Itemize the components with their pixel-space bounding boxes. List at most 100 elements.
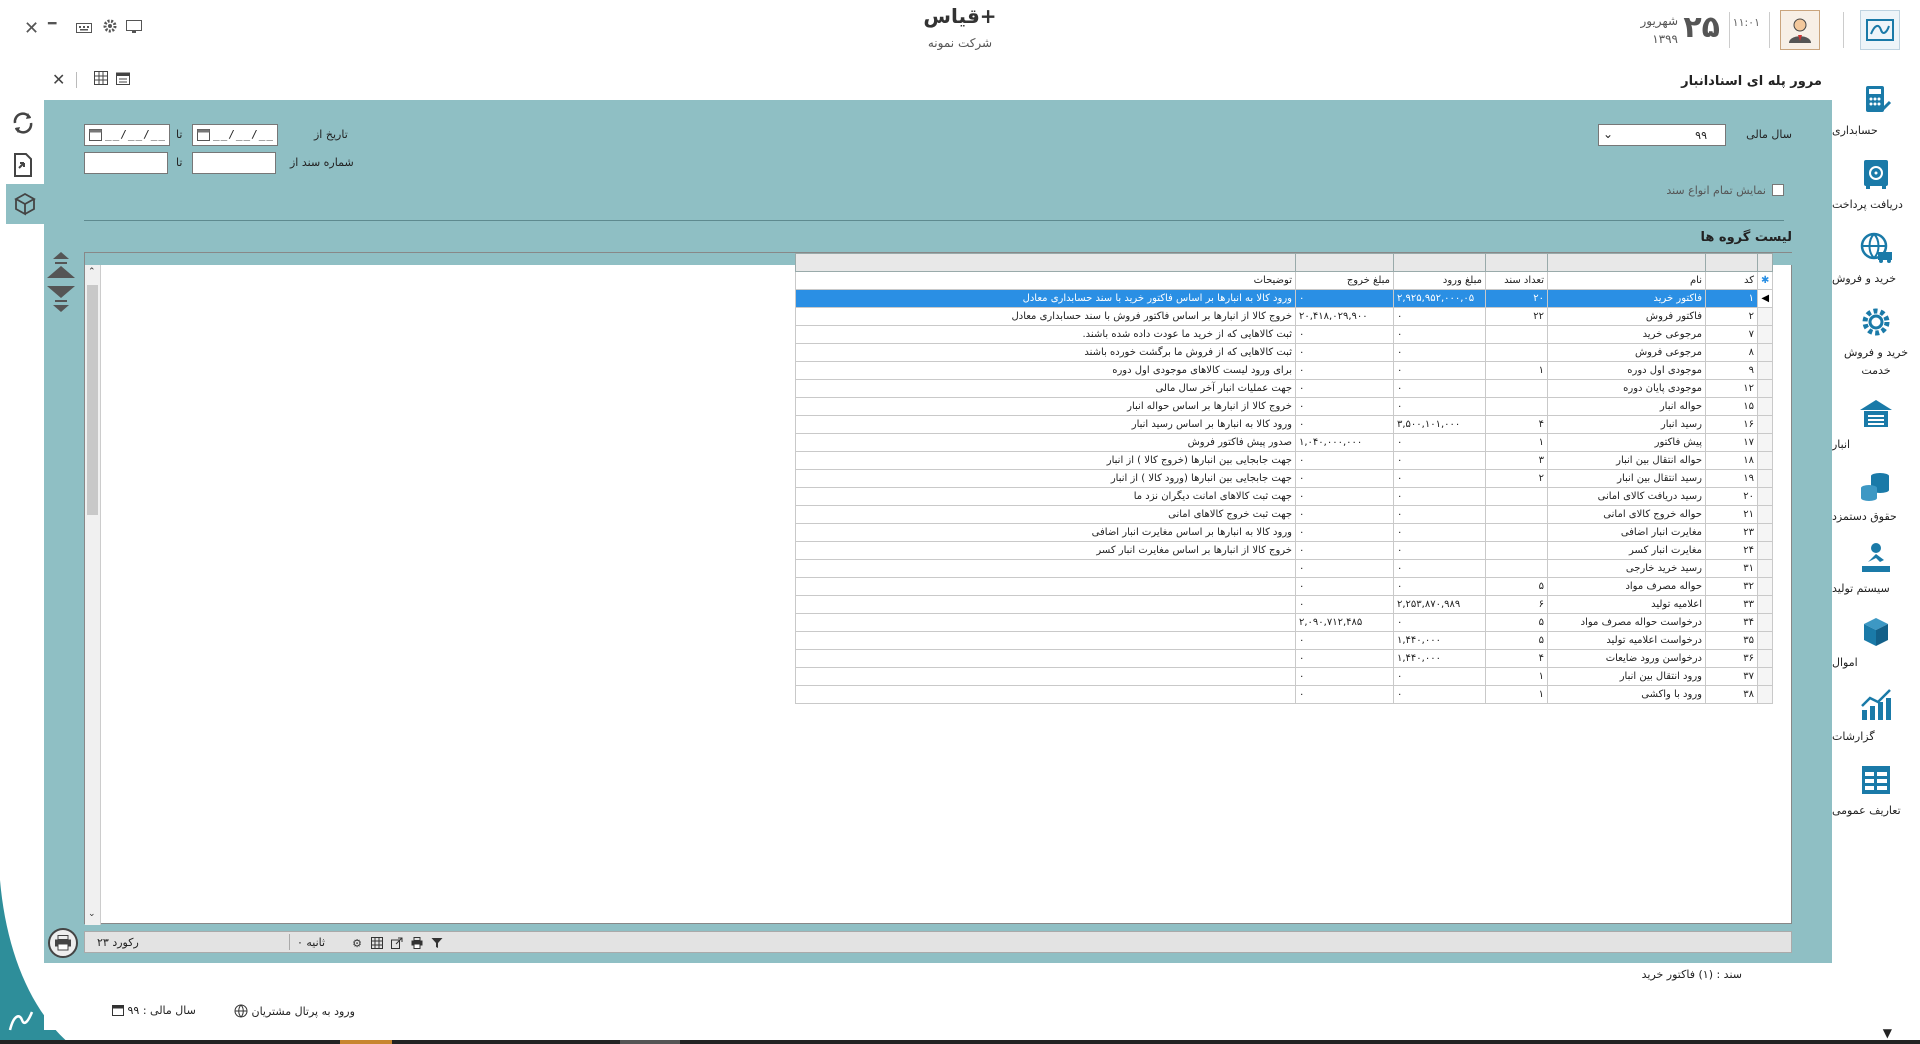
row-indicator[interactable]: [1756, 559, 1774, 578]
cell-name[interactable]: ورود انتقال بین انبار: [1547, 667, 1706, 686]
cell-doc-count[interactable]: ۱: [1485, 667, 1548, 686]
scroll-up-icon[interactable]: ⌃: [88, 267, 96, 277]
table-row[interactable]: ۳۶ درخواسن ورود ضایعات ۴ ۱,۴۴۰,۰۰۰ ۰: [795, 649, 1774, 668]
cell-description[interactable]: جهت جابجایی بین انبارها (خروج کالا ) از …: [795, 451, 1296, 470]
print-icon[interactable]: [409, 935, 425, 951]
cell-description[interactable]: [795, 577, 1296, 596]
cell-name[interactable]: مرجوعی خرید: [1547, 325, 1706, 344]
cell-description[interactable]: جهت ثبت خروج کالاهای امانی: [795, 505, 1296, 524]
doc-no-from-input[interactable]: [192, 152, 276, 174]
cell-description[interactable]: ورود کالا به انبارها بر اساس فاکتور خرید…: [795, 289, 1296, 308]
cell-doc-count[interactable]: ۳: [1485, 451, 1548, 470]
row-indicator[interactable]: [1756, 415, 1774, 434]
cell-name[interactable]: رسید خرید خارجی: [1547, 559, 1706, 578]
cell-amount-out[interactable]: ۰: [1295, 649, 1394, 668]
sidebar-item-production[interactable]: سیستم تولید: [1832, 538, 1920, 595]
sidebar-item-service-sales[interactable]: خرید و فروش خدمت: [1832, 302, 1920, 377]
row-indicator[interactable]: [1756, 613, 1774, 632]
fiscal-year-select[interactable]: ۹۹ ⌄: [1598, 124, 1726, 146]
cell-description[interactable]: [795, 667, 1296, 686]
printer-icon[interactable]: [48, 928, 78, 958]
cell-code[interactable]: ۱: [1705, 289, 1758, 308]
sidebar-item-payments[interactable]: دریافت پرداخت: [1832, 154, 1920, 211]
cell-amount-out[interactable]: ۰: [1295, 595, 1394, 614]
cell-name[interactable]: رسید دریافت کالای امانی: [1547, 487, 1706, 506]
cell-amount-in[interactable]: ۰: [1393, 487, 1486, 506]
table-row[interactable]: ۲۴ مغایرت انبار کسر ۰ ۰ خروج کالا از انبارها…: [795, 541, 1774, 560]
cell-name[interactable]: درخواست اعلامیه تولید: [1547, 631, 1706, 650]
table-row[interactable]: ۳۳ اعلامیه تولید ۶ ۲,۲۵۳,۸۷۰,۹۸۹ ۰: [795, 595, 1774, 614]
column-header-description[interactable]: توضیحات: [795, 271, 1296, 290]
cell-code[interactable]: ۸: [1705, 343, 1758, 362]
cell-code[interactable]: ۳۴: [1705, 613, 1758, 632]
cell-amount-in[interactable]: ۰: [1393, 451, 1486, 470]
cell-name[interactable]: فاکتور خرید: [1547, 289, 1706, 308]
cell-amount-out[interactable]: ۰: [1295, 397, 1394, 416]
cell-code[interactable]: ۳۲: [1705, 577, 1758, 596]
cell-code[interactable]: ۷: [1705, 325, 1758, 344]
cell-code[interactable]: ۲۴: [1705, 541, 1758, 560]
cell-doc-count[interactable]: ۵: [1485, 631, 1548, 650]
grid-view-icon[interactable]: [94, 70, 108, 89]
sidebar-item-sales[interactable]: خرید و فروش: [1832, 228, 1920, 285]
table-row[interactable]: ۱۷ پیش فاکتور ۱ ۰ ۱,۰۴۰,۰۰۰,۰۰۰ صدور پیش فاکت…: [795, 433, 1774, 452]
cell-amount-out[interactable]: ۰: [1295, 541, 1394, 560]
doc-no-to-input[interactable]: [84, 152, 168, 174]
sidebar-item-general-settings[interactable]: تعاریف عمومی: [1832, 760, 1920, 817]
cell-code[interactable]: ۳۸: [1705, 685, 1758, 704]
table-row[interactable]: ۲ فاکتور فروش ۲۲ ۰ ۲۰,۴۱۸,۰۲۹,۹۰۰ خروج کالا ا…: [795, 307, 1774, 326]
cell-amount-out[interactable]: ۰: [1295, 523, 1394, 542]
cell-code[interactable]: ۱۷: [1705, 433, 1758, 452]
cell-doc-count[interactable]: ۵: [1485, 577, 1548, 596]
table-row[interactable]: ۱۶ رسید انبار ۴ ۳,۵۰۰,۱۰۱,۰۰۰ ۰ ورود کالا به …: [795, 415, 1774, 434]
cell-amount-out[interactable]: ۱,۰۴۰,۰۰۰,۰۰۰: [1295, 433, 1394, 452]
cell-amount-in[interactable]: ۳,۵۰۰,۱۰۱,۰۰۰: [1393, 415, 1486, 434]
row-indicator-icon[interactable]: ◀: [1756, 289, 1774, 308]
cell-description[interactable]: خروج کالا از انبارها بر اساس مغایرت انبا…: [795, 541, 1296, 560]
cell-amount-out[interactable]: ۰: [1295, 415, 1394, 434]
cell-description[interactable]: ورود کالا به انبارها بر اساس مغایرت انبا…: [795, 523, 1296, 542]
row-indicator[interactable]: [1756, 577, 1774, 596]
row-indicator[interactable]: [1756, 685, 1774, 704]
cell-description[interactable]: [795, 631, 1296, 650]
cell-name[interactable]: مغایرت انبار اضافی: [1547, 523, 1706, 542]
cell-name[interactable]: موجودی اول دوره: [1547, 361, 1706, 380]
export-icon[interactable]: [389, 935, 405, 951]
row-indicator[interactable]: [1756, 379, 1774, 398]
table-row[interactable]: ۳۴ درخواست حواله مصرف مواد ۵ ۰ ۲,۰۹۰,۷۱۲,۴۸۵: [795, 613, 1774, 632]
customer-portal-link[interactable]: ورود به پرتال مشتریان: [234, 1004, 355, 1018]
sidebar-item-warehouse[interactable]: انبار: [1832, 394, 1920, 451]
row-indicator[interactable]: [1756, 595, 1774, 614]
row-indicator[interactable]: [1756, 433, 1774, 452]
column-header-amount-in[interactable]: مبلغ ورود: [1393, 271, 1486, 290]
cell-description[interactable]: [795, 595, 1296, 614]
column-header-doc-count[interactable]: تعداد سند: [1485, 271, 1548, 290]
cell-name[interactable]: حواله انبار: [1547, 397, 1706, 416]
table-row[interactable]: ۱۸ حواله انتقال بین انبار ۳ ۰ ۰ جهت جابجایی ب…: [795, 451, 1774, 470]
cell-amount-out[interactable]: ۰: [1295, 685, 1394, 704]
table-row[interactable]: ۱۵ حواله انبار ۰ ۰ خروج کالا از انبارها بر ا…: [795, 397, 1774, 416]
cell-code[interactable]: ۱۹: [1705, 469, 1758, 488]
cell-description[interactable]: خروج کالا از انبارها بر اساس حواله انبار: [795, 397, 1296, 416]
row-indicator[interactable]: [1756, 649, 1774, 668]
column-header-amount-out[interactable]: مبلغ خروج: [1295, 271, 1394, 290]
table-row[interactable]: ۷ مرجوعی خرید ۰ ۰ ثبت کالاهایی که از خرید ما…: [795, 325, 1774, 344]
cell-name[interactable]: اعلامیه تولید: [1547, 595, 1706, 614]
row-indicator[interactable]: [1756, 631, 1774, 650]
cell-amount-in[interactable]: ۰: [1393, 523, 1486, 542]
close-icon[interactable]: ✕: [52, 70, 65, 89]
row-indicator[interactable]: [1756, 343, 1774, 362]
column-header-name[interactable]: نام: [1547, 271, 1706, 290]
avatar[interactable]: [1780, 10, 1820, 50]
table-row[interactable]: ۹ موجودی اول دوره ۱ ۰ ۰ برای ورود لیست کالاها…: [795, 361, 1774, 380]
cell-code[interactable]: ۱۲: [1705, 379, 1758, 398]
cell-name[interactable]: درخواست حواله مصرف مواد: [1547, 613, 1706, 632]
cell-amount-out[interactable]: ۰: [1295, 559, 1394, 578]
show-all-doc-types-checkbox[interactable]: [1772, 184, 1784, 196]
cell-doc-count[interactable]: [1485, 379, 1548, 398]
new-row-icon[interactable]: ✱: [1756, 271, 1774, 290]
cell-description[interactable]: خروج کالا از انبارها بر اساس فاکتور فروش…: [795, 307, 1296, 326]
cell-doc-count[interactable]: [1485, 343, 1548, 362]
cell-amount-in[interactable]: ۲,۹۲۵,۹۵۲,۰۰۰,۰۵: [1393, 289, 1486, 308]
row-indicator[interactable]: [1756, 397, 1774, 416]
